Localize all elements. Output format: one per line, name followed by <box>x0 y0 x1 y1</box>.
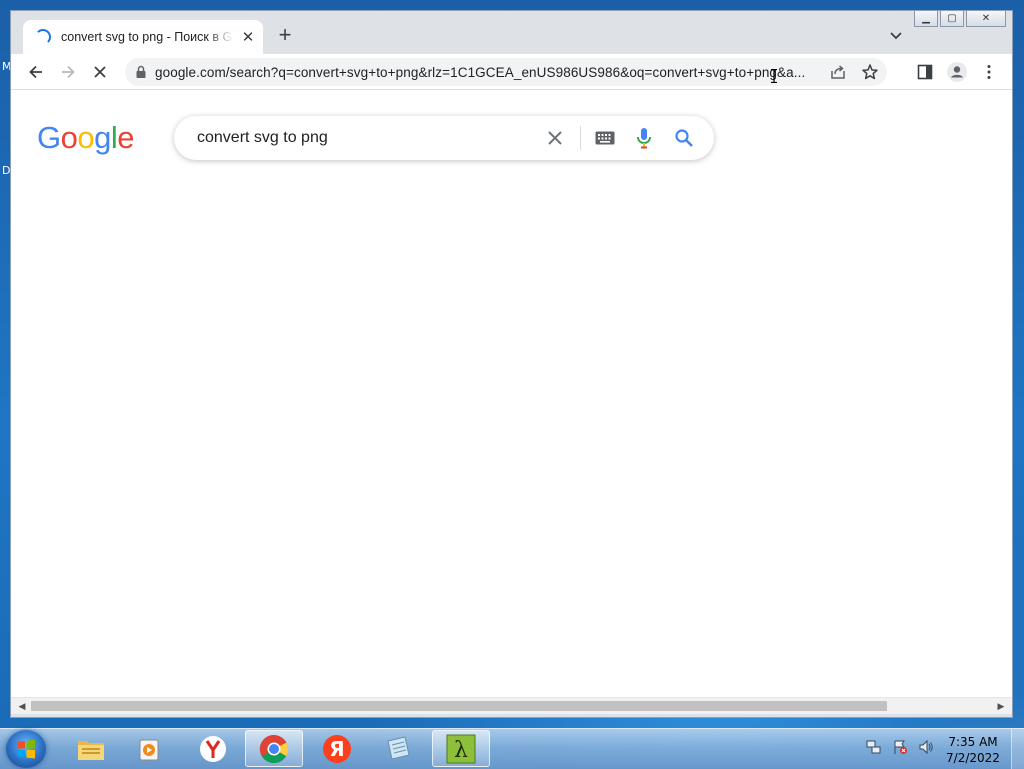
taskbar-explorer[interactable] <box>62 730 120 767</box>
maximize-button[interactable]: ▢ <box>940 11 964 27</box>
clock-date: 7/2/2022 <box>946 751 1000 765</box>
text-cursor-icon <box>771 69 777 83</box>
back-arrow-icon[interactable] <box>27 63 45 81</box>
browser-window: ▁ ▢ ✕ convert svg to png - Поиск в Googl… <box>10 10 1013 718</box>
logo-letter: g <box>94 120 111 155</box>
tab-active[interactable]: convert svg to png - Поиск в Google ✕ <box>23 20 263 54</box>
media-player-icon <box>139 739 159 760</box>
menu-kebab-icon[interactable] <box>980 63 998 81</box>
taskbar-chrome[interactable] <box>245 730 303 767</box>
show-desktop-button[interactable] <box>1011 729 1024 769</box>
network-icon[interactable] <box>866 739 882 755</box>
forward-arrow-icon[interactable] <box>59 63 77 81</box>
keyboard-icon[interactable] <box>595 131 615 145</box>
loading-spinner-icon <box>35 29 51 45</box>
scroll-left-arrow-icon[interactable]: ◀ <box>17 701 27 711</box>
notepad-icon <box>387 735 410 760</box>
tab-close-icon[interactable]: ✕ <box>241 28 255 46</box>
folder-icon <box>78 740 104 760</box>
url-text[interactable]: google.com/search?q=convert+svg+to+png&r… <box>155 65 815 80</box>
yandex-icon: Я <box>323 734 351 763</box>
logo-letter: G <box>37 120 61 155</box>
volume-icon[interactable] <box>918 739 934 755</box>
taskbar: Я λ 7:35 AM 7/2/2022 <box>0 728 1024 769</box>
google-logo[interactable]: Google <box>37 120 135 156</box>
search-icon[interactable] <box>674 128 694 148</box>
maximize-icon: ▢ <box>947 13 957 24</box>
action-center-flag-icon[interactable] <box>892 739 908 755</box>
taskbar-media-player[interactable] <box>121 730 179 767</box>
logo-letter: o <box>60 120 78 155</box>
taskbar-lambda-app[interactable]: λ <box>432 730 490 767</box>
tab-title: convert svg to png - Поиск в Google <box>61 30 233 44</box>
taskbar-yandex-browser[interactable] <box>184 730 242 767</box>
taskbar-notepad[interactable] <box>369 730 427 767</box>
window-controls: ▁ ▢ ✕ <box>914 11 1006 27</box>
lambda-icon: λ <box>446 734 476 763</box>
search-input[interactable] <box>195 128 539 148</box>
taskbar-clock[interactable]: 7:35 AM 7/2/2022 <box>944 734 1002 766</box>
clear-search-icon[interactable] <box>546 129 564 147</box>
browser-toolbar: google.com/search?q=convert+svg+to+png&r… <box>11 54 1012 90</box>
new-tab-button[interactable]: + <box>273 24 297 48</box>
svg-text:λ: λ <box>454 738 468 763</box>
close-window-button[interactable]: ✕ <box>966 11 1006 27</box>
taskbar-yandex[interactable]: Я <box>308 730 366 767</box>
start-button[interactable] <box>6 730 46 768</box>
windows-logo-icon <box>17 739 35 759</box>
chrome-icon <box>259 734 289 763</box>
scroll-right-arrow-icon[interactable]: ▶ <box>996 701 1006 711</box>
svg-text:Я: Я <box>329 737 344 761</box>
microphone-icon[interactable] <box>636 127 652 149</box>
lock-icon[interactable] <box>135 65 147 79</box>
yandex-browser-icon <box>200 735 226 762</box>
page-content: Google <box>11 90 1012 697</box>
logo-letter: o <box>77 120 95 155</box>
side-panel-icon[interactable] <box>916 63 934 81</box>
minimize-button[interactable]: ▁ <box>914 11 938 27</box>
system-tray <box>866 739 934 755</box>
minimize-icon: ▁ <box>922 13 930 24</box>
search-divider <box>580 126 581 150</box>
close-icon: ✕ <box>981 13 991 24</box>
horizontal-scrollbar[interactable]: ◀ ▶ <box>11 697 1012 714</box>
tab-search-chevron-icon[interactable] <box>888 27 904 43</box>
bookmark-star-icon[interactable] <box>861 63 879 81</box>
logo-letter: e <box>117 120 135 155</box>
scrollbar-thumb[interactable] <box>31 701 887 711</box>
stop-loading-icon[interactable] <box>91 63 109 81</box>
clock-time: 7:35 AM <box>948 735 998 749</box>
search-box <box>174 116 714 160</box>
share-icon[interactable] <box>829 63 847 81</box>
profile-avatar-icon[interactable] <box>946 61 968 83</box>
